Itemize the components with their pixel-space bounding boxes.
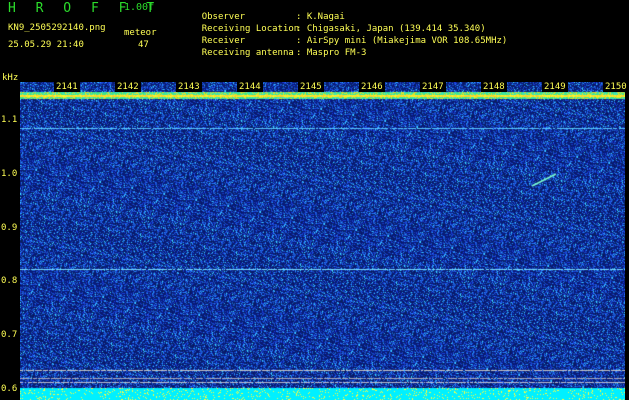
x-tick-label: 2145 bbox=[298, 82, 324, 92]
meteor-label: meteor bbox=[124, 28, 157, 38]
spectrogram-canvas bbox=[20, 82, 625, 400]
meta-value: : Chigasaki, Japan (139.414 35.340) bbox=[296, 24, 486, 34]
meta-value: : K.Nagai bbox=[296, 12, 345, 22]
x-tick-label: 2149 bbox=[542, 82, 568, 92]
y-tick-label: 1.1 bbox=[1, 114, 18, 125]
x-tick-label: 2142 bbox=[115, 82, 141, 92]
x-tick-label: 2147 bbox=[420, 82, 446, 92]
app-version: 1.00f bbox=[124, 2, 155, 13]
y-tick-label: 0.6 bbox=[1, 384, 18, 395]
meteor-count: 47 bbox=[138, 40, 149, 50]
y-tick-label: 1.0 bbox=[1, 168, 18, 179]
y-tick-label: 0.7 bbox=[1, 330, 18, 341]
meta-value: : AirSpy mini (Miakejima VOR 108.65MHz) bbox=[296, 36, 508, 46]
y-tick-label: 0.8 bbox=[1, 276, 18, 287]
meta-label: Receiving antenna bbox=[201, 48, 294, 58]
x-tick-label: 2141 bbox=[54, 82, 80, 92]
meta-row-antenna: Receiving antenna: Maspro FM-3 bbox=[180, 40, 367, 67]
meta-value: : Maspro FM-3 bbox=[296, 48, 367, 58]
header-panel: H R O F F T 1.00f KN9_2505292140.png met… bbox=[0, 0, 629, 82]
timestamp: 25.05.29 21:40 bbox=[8, 40, 84, 50]
x-tick-label: 2143 bbox=[176, 82, 202, 92]
x-tick-label: 2146 bbox=[359, 82, 385, 92]
x-tick-label: 2150 bbox=[603, 82, 629, 92]
x-tick-label: 2144 bbox=[237, 82, 263, 92]
x-tick-label: 2148 bbox=[481, 82, 507, 92]
y-axis-unit: kHz bbox=[2, 73, 19, 83]
y-tick-label: 0.9 bbox=[1, 222, 18, 233]
file-name: KN9_2505292140.png bbox=[8, 23, 106, 33]
